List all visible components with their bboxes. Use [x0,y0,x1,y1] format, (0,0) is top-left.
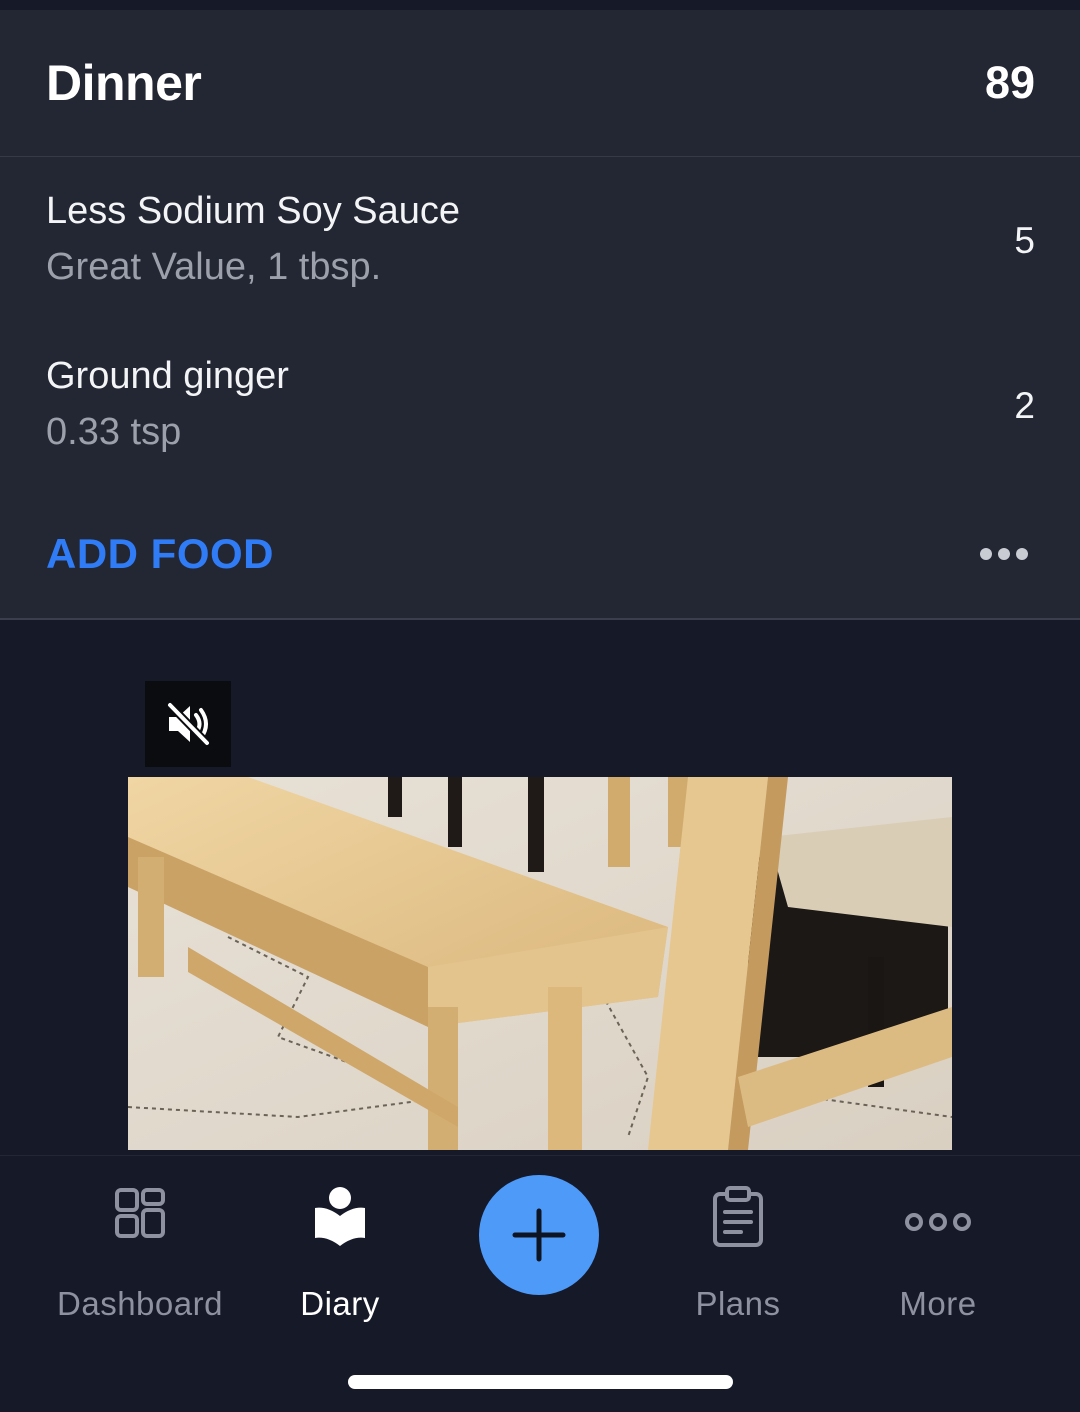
tab-label: Dashboard [57,1285,223,1322]
meal-title: Dinner [46,55,202,111]
tab-diary[interactable]: Diary [240,1181,440,1322]
meal-header[interactable]: Dinner 89 [0,10,1080,157]
food-detail: Great Value, 1 tbsp. [46,246,382,288]
food-item[interactable]: Less Sodium Soy Sauce Great Value, 1 tbs… [0,190,1080,340]
mute-toggle-button[interactable] [145,681,231,767]
dot [998,548,1010,560]
food-detail: 0.33 tsp [46,411,182,453]
food-name: Less Sodium Soy Sauce [46,190,461,232]
meal-options-icon[interactable] [980,546,1028,562]
tab-label: Diary [300,1285,380,1322]
clipboard-icon [713,1186,763,1247]
dot [1016,548,1028,560]
food-calories: 5 [1014,220,1035,261]
tab-more[interactable]: More [838,1181,1038,1322]
speaker-muted-icon [166,701,211,747]
tab-dashboard[interactable]: Dashboard [40,1181,240,1322]
ad-container [0,620,1080,1155]
dot [980,548,992,560]
add-entry-button[interactable] [479,1175,599,1295]
food-name: Ground ginger [46,355,289,397]
tab-label: Plans [695,1285,781,1322]
plus-icon [512,1208,566,1262]
diary-book-icon [315,1187,365,1246]
dashboard-grid-icon [115,1188,165,1238]
food-item[interactable]: Ground ginger 0.33 tsp 2 [0,355,1080,505]
home-indicator[interactable] [348,1375,733,1389]
ad-video-furniture[interactable] [128,777,952,1150]
tab-label: More [899,1285,977,1322]
food-calories: 2 [1014,385,1035,426]
more-dots-icon [905,1213,971,1231]
add-food-button[interactable]: ADD FOOD [46,530,274,578]
meal-total-calories: 89 [984,57,1035,108]
meal-card-dinner: Dinner 89 Less Sodium Soy Sauce Great Va… [0,10,1080,620]
status-strip [0,0,1080,10]
tab-plans[interactable]: Plans [638,1181,838,1322]
